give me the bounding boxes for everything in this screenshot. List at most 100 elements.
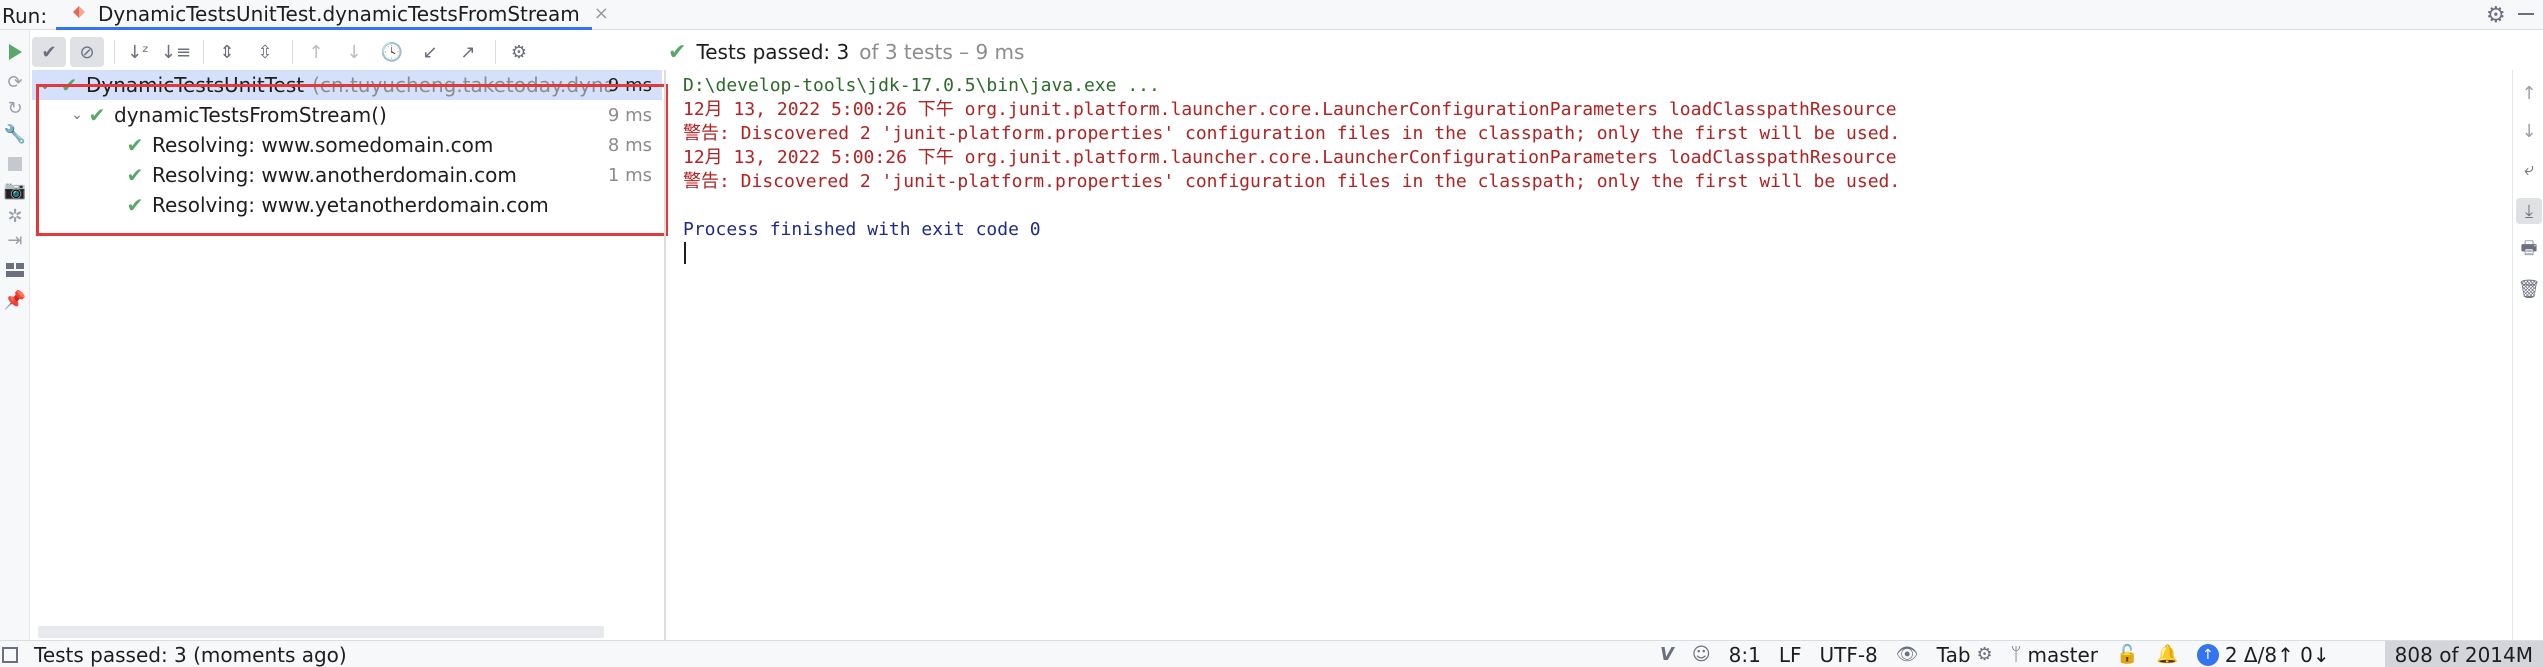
prev-test-icon[interactable]: ↑ xyxy=(299,37,333,67)
indent-label: Tab xyxy=(1936,642,1971,667)
file-encoding[interactable]: UTF-8 xyxy=(1819,643,1877,667)
soft-wrap-icon[interactable]: ⤶ xyxy=(2516,156,2542,182)
show-passed-icon[interactable]: ✔ xyxy=(32,37,66,67)
tree-horizontal-scrollbar[interactable] xyxy=(38,626,604,638)
console-right-toolbar: ↑ ↓ ⤶ ⤓ 🖶 🗑 xyxy=(2512,70,2543,640)
git-branch[interactable]: ᛘ master xyxy=(2011,643,2098,667)
pass-check-icon: ✔ xyxy=(668,39,687,65)
toggle-tool-windows-icon[interactable] xyxy=(2,647,18,663)
editorconfig-icon: ⚙ xyxy=(1976,644,1993,665)
pass-check-icon: ✔ xyxy=(88,103,106,127)
scroll-up-icon[interactable]: ↑ xyxy=(2516,80,2542,106)
pass-check-icon: ✔ xyxy=(126,133,144,157)
vcs-badge-icon: ↑ xyxy=(2196,643,2219,666)
test-duration: 9 ms xyxy=(607,74,652,96)
test-duration: 9 ms xyxy=(607,104,652,126)
vcs-status[interactable]: ↑ 2 Δ/8↑ 0↓ xyxy=(2196,642,2330,667)
test-name: Resolving: www.anotherdomain.com xyxy=(152,163,517,187)
rerun-failed-icon[interactable]: ⟳ xyxy=(3,70,27,94)
test-config-icon xyxy=(70,2,88,26)
sort-duration-icon[interactable]: ↓≡ xyxy=(159,37,193,67)
sort-alpha-icon[interactable]: ↓ᶻ xyxy=(121,37,155,67)
tests-detail: of 3 tests – 9 ms xyxy=(859,40,1025,64)
text-caret xyxy=(684,242,686,264)
toolbar-separator xyxy=(292,40,293,64)
console-line: 警告: Discovered 2 'junit-platform.propert… xyxy=(683,171,1901,192)
caret-position[interactable]: 8:1 xyxy=(1729,643,1761,667)
memory-indicator[interactable]: 808 of 2014M xyxy=(2384,641,2543,667)
copilot-icon[interactable]: ☺ xyxy=(1692,644,1711,665)
debug-icon[interactable]: ✲ xyxy=(3,204,27,228)
chevron-down-icon[interactable]: ⌄ xyxy=(36,77,54,93)
test-class-name: DynamicTestsUnitTest xyxy=(86,73,305,97)
test-duration: 1 ms xyxy=(607,164,652,186)
run-toolwindow-header: Run: DynamicTestsUnitTest.dynamicTestsFr… xyxy=(0,0,2543,30)
print-icon[interactable]: 🖶 xyxy=(2516,238,2542,264)
toolbar-separator xyxy=(495,40,496,64)
wrench-icon[interactable]: 🔧 xyxy=(3,122,27,146)
screenshot-icon[interactable]: 📷 xyxy=(3,178,27,202)
tests-passed-label: Tests passed: 3 xyxy=(696,40,850,64)
toolbar-separator xyxy=(203,40,204,64)
minimize-icon[interactable] xyxy=(2516,0,2536,24)
clear-all-icon[interactable]: 🗑 xyxy=(2516,276,2542,302)
settings-icon[interactable]: ⚙ xyxy=(502,37,536,67)
tree-row-root[interactable]: ⌄ ✔ DynamicTestsUnitTest (cn.tuyucheng.t… xyxy=(32,70,662,100)
export-icon[interactable]: ↗ xyxy=(451,37,485,67)
collapse-all-icon[interactable]: ⇳ xyxy=(248,37,282,67)
tree-row-test[interactable]: ✔ Resolving: www.anotherdomain.com 1 ms xyxy=(32,160,662,190)
rerun-icon[interactable] xyxy=(3,40,27,64)
pass-check-icon: ✔ xyxy=(126,193,144,217)
stop-icon[interactable] xyxy=(3,152,27,176)
bell-icon[interactable]: 🔔 xyxy=(2156,644,2178,665)
test-class-package: (cn.tuyucheng.taketoday.dynami xyxy=(312,73,613,97)
history-icon[interactable]: 🕓 xyxy=(375,37,409,67)
exit-icon[interactable]: ⇥ xyxy=(3,228,27,252)
toggle-auto-test-icon[interactable]: ↻ xyxy=(3,96,27,120)
branch-icon: ᛘ xyxy=(2010,644,2022,665)
status-widgets: V ☺ 8:1 LF UTF-8 👁 Tab ⚙ ᛘ master 🔓 🔔 ↑ … xyxy=(1660,641,2543,667)
scroll-down-icon[interactable]: ↓ xyxy=(2516,118,2542,144)
gear-icon[interactable]: ⚙ xyxy=(2486,3,2506,28)
layout-icon[interactable] xyxy=(3,258,27,282)
close-icon[interactable]: × xyxy=(594,3,609,24)
toolbar-separator xyxy=(114,40,115,64)
test-tree[interactable]: ⌄ ✔ DynamicTestsUnitTest (cn.tuyucheng.t… xyxy=(32,70,662,640)
console-output[interactable]: D:\develop-tools\jdk-17.0.5\bin\java.exe… xyxy=(668,70,2511,640)
pin-icon[interactable]: 📌 xyxy=(3,288,27,312)
test-name: Resolving: www.yetanotherdomain.com xyxy=(152,193,549,217)
run-left-toolbar: ⟳ ↻ 🔧 📷 ✲ ⇥ 📌 xyxy=(0,30,30,640)
import-icon[interactable]: ↙ xyxy=(413,37,447,67)
windows-logo-icon xyxy=(2348,645,2367,664)
test-method-name: dynamicTestsFromStream() xyxy=(114,103,387,127)
tree-row-test[interactable]: ✔ Resolving: www.yetanotherdomain.com xyxy=(32,190,662,220)
console-line: Process finished with exit code 0 xyxy=(683,219,1041,240)
panel-splitter[interactable] xyxy=(664,70,666,640)
console-line: 警告: Discovered 2 'junit-platform.propert… xyxy=(683,123,1901,144)
eye-icon[interactable]: 👁 xyxy=(1896,644,1919,665)
lock-icon[interactable]: 🔓 xyxy=(2116,644,2138,665)
run-tab-title: DynamicTestsUnitTest.dynamicTestsFromStr… xyxy=(98,1,580,26)
scroll-to-end-icon[interactable]: ⤓ xyxy=(2516,198,2542,224)
run-config-tab[interactable]: DynamicTestsUnitTest.dynamicTestsFromStr… xyxy=(56,0,609,30)
status-bar: Tests passed: 3 (moments ago) V ☺ 8:1 LF… xyxy=(0,640,2543,667)
next-test-icon[interactable]: ↓ xyxy=(337,37,371,67)
vcs-counts: 2 Δ/8↑ 0↓ xyxy=(2224,642,2330,667)
tree-row-method[interactable]: ⌄ ✔ dynamicTestsFromStream() 9 ms xyxy=(32,100,662,130)
indent-setting[interactable]: Tab ⚙ xyxy=(1937,643,1993,667)
pass-check-icon: ✔ xyxy=(60,73,78,97)
chevron-down-icon[interactable]: ⌄ xyxy=(68,107,86,123)
test-runner-toolbar: ✔ ⊘ ↓ᶻ ↓≡ ⇕ ⇳ ↑ ↓ 🕓 ↙ ↗ ⚙ xyxy=(32,34,662,70)
status-message[interactable]: Tests passed: 3 (moments ago) xyxy=(34,643,347,667)
vim-icon[interactable]: V xyxy=(1660,644,1674,665)
expand-all-icon[interactable]: ⇕ xyxy=(210,37,244,67)
run-label: Run: xyxy=(2,4,48,28)
test-duration: 8 ms xyxy=(607,134,652,156)
show-ignored-icon[interactable]: ⊘ xyxy=(70,37,104,67)
tree-row-test[interactable]: ✔ Resolving: www.somedomain.com 8 ms xyxy=(32,130,662,160)
test-summary: ✔ Tests passed: 3 of 3 tests – 9 ms xyxy=(668,38,1024,66)
console-line: 12月 13, 2022 5:00:26 下午 org.junit.platfo… xyxy=(683,99,1897,120)
line-ending[interactable]: LF xyxy=(1779,643,1802,667)
console-line: D:\develop-tools\jdk-17.0.5\bin\java.exe… xyxy=(683,75,1160,96)
pass-check-icon: ✔ xyxy=(126,163,144,187)
